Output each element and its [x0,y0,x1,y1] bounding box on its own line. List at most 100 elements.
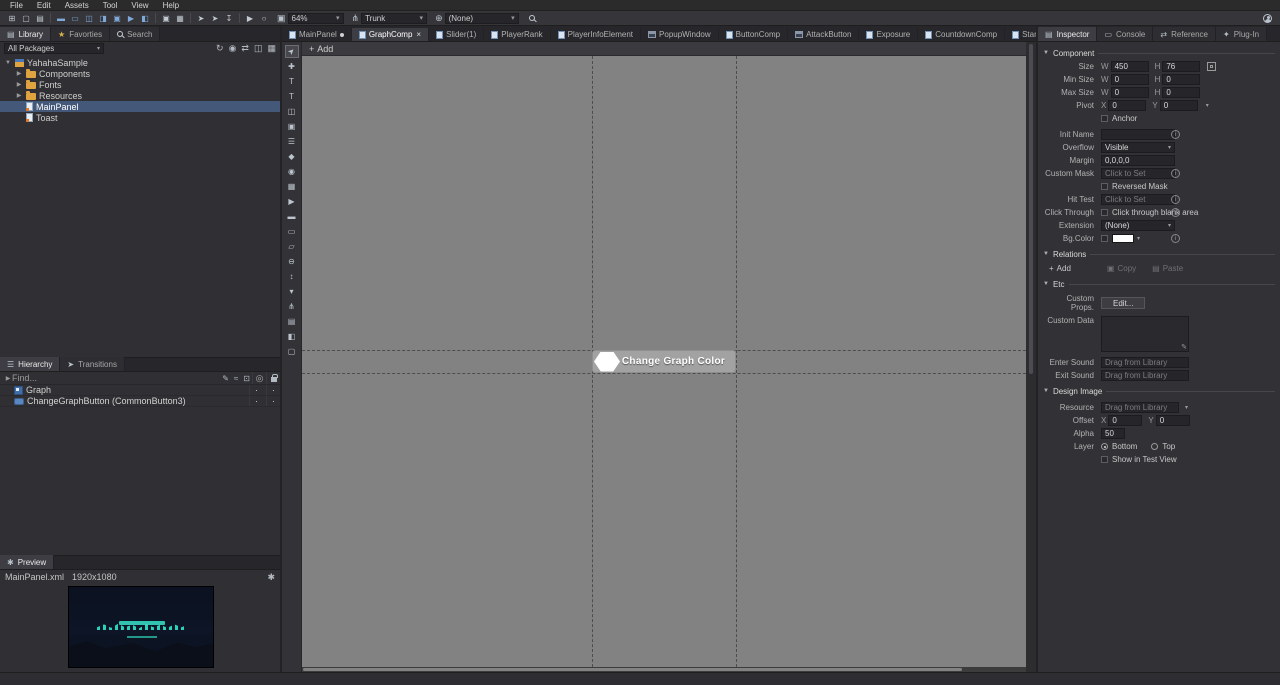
richtext-tool-icon[interactable]: T [285,90,299,103]
image-tool-icon[interactable]: ▣ [285,120,299,133]
alpha-field[interactable]: 50 [1101,428,1125,439]
select-tool-icon[interactable]: ➤ [285,45,299,58]
richlist-tool-icon[interactable]: ▤ [285,315,299,328]
paste-relations-button[interactable]: ▤ Paste [1152,264,1183,273]
locale-dropdown[interactable]: (None) ▾ [445,13,519,24]
curve-icon[interactable]: ≈ [234,374,238,383]
section-etc[interactable]: ▼ Etc [1043,277,1275,291]
canvas-horizontal-scrollbar[interactable] [302,667,1026,672]
overflow-dropdown[interactable]: Visible ▾ [1101,142,1175,153]
chevron-down-icon[interactable]: ▾ [1206,102,1209,109]
menu-view[interactable]: View [124,1,155,10]
max-size-w-field[interactable]: 0 [1111,87,1149,98]
pivot-y-field[interactable]: 0 [1160,100,1198,111]
insert-component-icon[interactable]: ◧ [138,12,152,24]
fullscreen-icon[interactable] [1207,62,1216,71]
split-view-icon[interactable]: ◫ [254,43,263,54]
tab-transitions[interactable]: ➤ Transitions [60,357,125,371]
doc-tab-mainpanel[interactable]: MainPanel [282,28,352,41]
scrollbar-tool-icon[interactable]: ↕ [285,270,299,283]
init-name-field[interactable] [1101,129,1175,140]
doc-tab-popupwindow[interactable]: PopupWindow [641,28,719,41]
play-icon[interactable]: ▶ [243,12,257,24]
menu-tool[interactable]: Tool [96,1,125,10]
custom-mask-field[interactable]: Click to Set [1101,168,1175,179]
tab-hierarchy[interactable]: ☰ Hierarchy [0,357,60,371]
tab-search[interactable]: Search [110,27,160,41]
publish-all-icon[interactable]: ➤ [208,12,222,24]
refresh-icon[interactable]: ↻ [216,43,224,54]
doc-tab-attackbutton[interactable]: AttackButton [788,28,859,41]
chevron-right-icon[interactable]: ▶ [15,92,23,99]
section-design-image[interactable]: ▼ Design Image [1043,384,1275,398]
change-graph-color-button[interactable]: Change Graph Color [592,350,736,373]
exit-sound-field[interactable]: Drag from Library [1101,370,1189,381]
component-tool-icon[interactable]: ◧ [285,330,299,343]
edit-icon[interactable]: ✎ [1181,343,1187,351]
min-size-h-field[interactable]: 0 [1162,74,1200,85]
tab-library[interactable]: ▤ Library [0,27,51,41]
custom-data-textarea[interactable]: ✎ [1101,316,1189,352]
menu-assets[interactable]: Assets [58,1,96,10]
hit-test-field[interactable]: Click to Set [1101,194,1175,205]
copy-relations-button[interactable]: ▣ Copy [1107,264,1136,273]
label-tool-icon[interactable]: ▭ [285,225,299,238]
package-filter-dropdown[interactable]: All Packages ▾ [4,43,104,54]
chevron-down-icon[interactable]: ▼ [4,60,12,66]
group-icon[interactable]: ▦ [267,43,276,54]
menu-edit[interactable]: Edit [30,1,58,10]
tab-console[interactable]: ▭ Console [1097,27,1153,41]
edit-icon[interactable]: ✎ [222,374,229,383]
chevron-right-icon[interactable]: ▶ [15,70,23,77]
tab-favorites[interactable]: ★ Favorties [51,27,110,41]
size-w-field[interactable]: 450 [1111,61,1149,72]
doc-tab-slider(1)[interactable]: Slider(1) [429,28,484,41]
stop-loop-icon[interactable]: ○ [257,12,271,24]
resource-field[interactable]: Drag from Library [1101,402,1179,413]
tab-reference[interactable]: ⇄ Reference [1153,27,1216,41]
section-relations[interactable]: ▼ Relations [1043,247,1275,261]
doc-tab-graphcomp[interactable]: GraphComp× [352,28,429,41]
layer-bottom-radio[interactable] [1101,443,1108,450]
insert-movieclip-icon[interactable]: ▶ [124,12,138,24]
window-tool-icon[interactable]: ▢ [285,345,299,358]
list-tool-icon[interactable]: ☰ [285,135,299,148]
bg-color-checkbox[interactable] [1101,235,1108,242]
insert-label-icon[interactable]: ▭ [68,12,82,24]
lock-toggle[interactable]: · [266,396,280,406]
locate-icon[interactable]: ◉ [229,43,237,54]
clipboard-icon[interactable]: ▤ [33,12,47,24]
anchor-checkbox[interactable] [1101,115,1108,122]
max-size-h-field[interactable]: 0 [1162,87,1200,98]
edit-custom-props-button[interactable]: Edit... [1101,297,1145,309]
copy-icon[interactable]: ⊡ [243,374,250,383]
design-canvas[interactable]: Change Graph Color [302,56,1026,667]
min-size-w-field[interactable]: 0 [1111,74,1149,85]
tree-item-components[interactable]: ▶Components [0,68,280,79]
save-all-icon[interactable]: ▦ [173,12,187,24]
text-tool-icon[interactable]: T [285,75,299,88]
doc-tab-exposure[interactable]: Exposure [859,28,918,41]
click-through-checkbox[interactable] [1101,209,1108,216]
progressbar-tool-icon[interactable]: ▱ [285,240,299,253]
input-text-tool-icon[interactable]: ◫ [285,105,299,118]
scrollbar-thumb[interactable] [1029,44,1033,374]
button-tool-icon[interactable]: ▬ [285,210,299,223]
search-icon[interactable] [529,13,535,23]
close-icon[interactable]: × [416,30,421,39]
loader-tool-icon[interactable]: ◉ [285,165,299,178]
eye-icon[interactable]: ◎ [256,373,264,384]
reversed-mask-checkbox[interactable] [1101,183,1108,190]
publish-icon[interactable]: ➤ [194,12,208,24]
insert-image-icon[interactable]: ▣ [110,12,124,24]
tree-item-toast[interactable]: Toast [0,112,280,123]
hierarchy-row[interactable]: ChangeGraphButton (CommonButton3)·· [0,396,280,407]
scrollbar-thumb[interactable] [303,668,962,671]
combobox-tool-icon[interactable]: ▾ [285,285,299,298]
margin-field[interactable]: 0,0,0,0 [1101,155,1175,166]
add-button[interactable]: Add [317,44,333,54]
tree-item-fonts[interactable]: ▶Fonts [0,79,280,90]
lock-toggle[interactable]: · [266,385,280,395]
group-tool-icon[interactable]: ▦ [285,180,299,193]
chevron-right-icon[interactable]: ▶ [15,81,23,88]
